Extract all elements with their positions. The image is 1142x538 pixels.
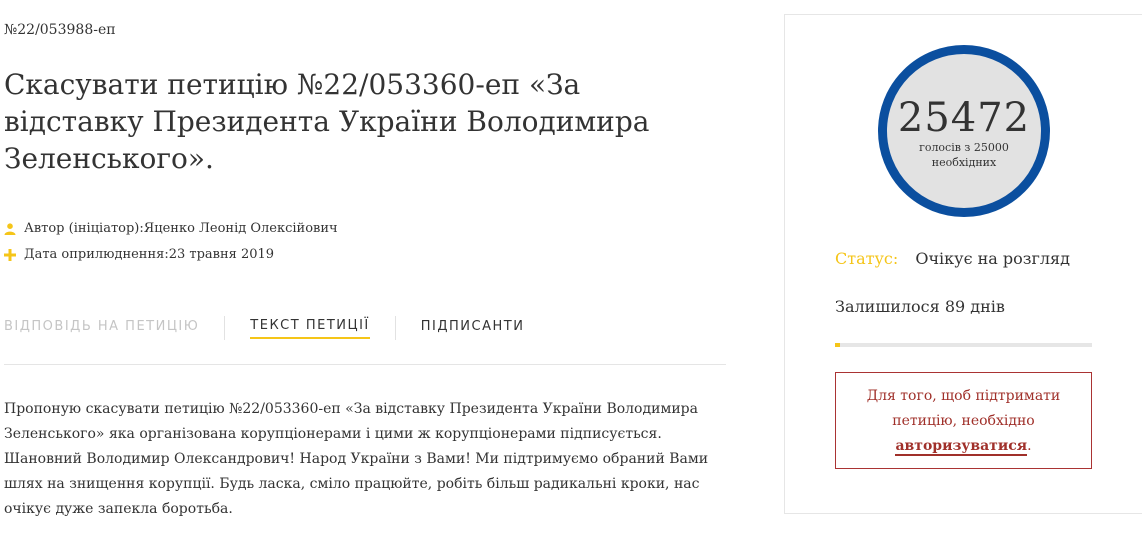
person-icon [4, 222, 16, 235]
petition-text: Пропоную скасувати петицію №22/053360-еп… [4, 401, 709, 517]
publication-date: 23 травня 2019 [168, 247, 275, 262]
tabs-divider [4, 364, 726, 365]
petition-tabs: Відповідь на петицію Текст петиції Підпи… [4, 316, 524, 340]
tab-response[interactable]: Відповідь на петицію [4, 319, 199, 338]
author-row: Автор (ініціатор): Яценко Леонід Олексій… [4, 221, 338, 236]
petition-number: №22/053988-еп [4, 22, 116, 38]
days-left: Залишилося 89 днів [835, 297, 1005, 316]
votes-count: 25472 [897, 95, 1031, 141]
vote-panel: 25472 голосів з 25000 необхідних Статус:… [784, 14, 1142, 514]
status-row: Статус: Очікує на розгляд [835, 249, 1070, 268]
tab-separator [394, 316, 396, 340]
votes-circle: 25472 голосів з 25000 необхідних [878, 45, 1050, 217]
votes-caption-line1: голосів з 25000 [919, 141, 1009, 154]
petition-title: Скасувати петицію №22/053360-еп «За відс… [4, 68, 650, 175]
progress-bar [835, 343, 1092, 347]
auth-notice: Для того, щоб підтримати петицію, необхі… [835, 372, 1092, 469]
author-label: Автор (ініціатор): [24, 221, 144, 236]
login-link[interactable]: авторизуватися [895, 438, 1028, 456]
tab-separator [224, 316, 226, 340]
auth-suffix: . [1027, 438, 1032, 454]
tab-petition-text[interactable]: Текст петиції [250, 318, 370, 339]
status-value: Очікує на розгляд [915, 249, 1070, 268]
tab-signatories[interactable]: Підписанти [421, 319, 525, 338]
status-label: Статус: [835, 249, 899, 268]
author-name: Яценко Леонід Олексійович [143, 221, 338, 236]
progress-fill [835, 343, 841, 347]
votes-caption-line2: необхідних [931, 156, 997, 169]
auth-text: Для того, щоб підтримати петицію, необхі… [866, 388, 1061, 429]
date-row: Дата оприлюднення: 23 травня 2019 [4, 247, 274, 262]
plus-icon [4, 248, 16, 261]
date-label: Дата оприлюднення: [24, 247, 169, 262]
